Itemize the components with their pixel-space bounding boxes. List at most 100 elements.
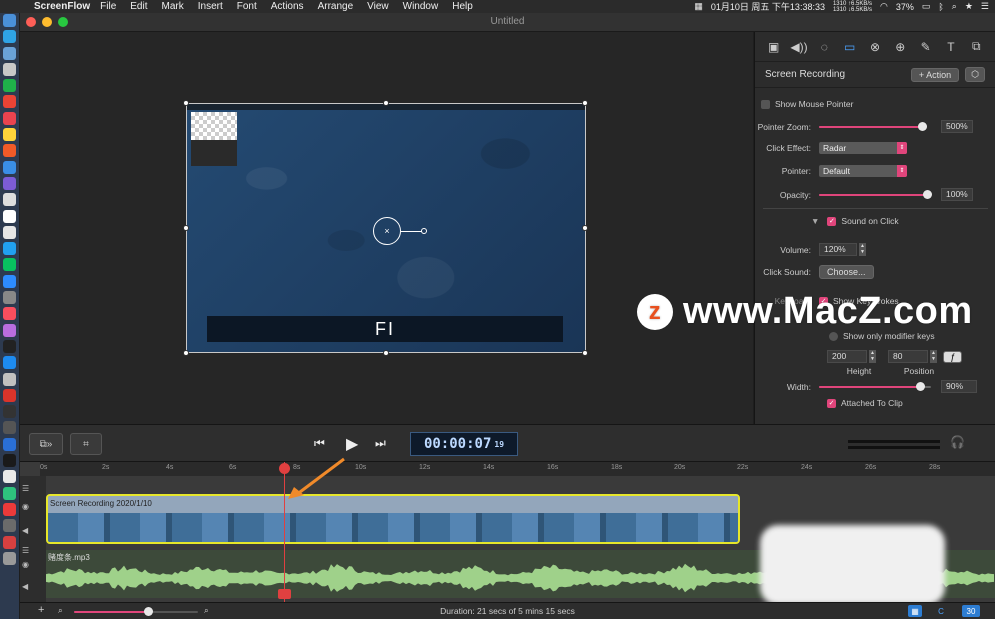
recording-preview[interactable]: × FI — [186, 103, 586, 353]
kb-height-value[interactable]: 200 — [827, 350, 867, 363]
touch-icon[interactable]: ⊕ — [892, 39, 908, 55]
pointer-select[interactable]: Default ⇕ — [819, 165, 907, 177]
dock-app-icon[interactable] — [3, 437, 16, 451]
dock-app-icon[interactable] — [3, 62, 16, 76]
star-icon[interactable]: ★ — [965, 1, 973, 12]
dock-app-icon[interactable] — [3, 405, 16, 419]
media-library-icon[interactable]: ⧉ — [968, 39, 984, 55]
track-menu-icon[interactable]: ☰ — [22, 484, 29, 493]
resize-handle-bl[interactable] — [183, 350, 189, 356]
add-action-button[interactable]: + Action — [910, 67, 960, 82]
annotation-icon[interactable]: ✎ — [918, 39, 934, 55]
track-menu-icon[interactable]: ☰ — [22, 546, 29, 555]
eye-icon[interactable]: ◉ — [22, 502, 29, 511]
editing-canvas[interactable]: × FI — [20, 32, 753, 424]
control-center-icon[interactable]: ☰ — [981, 1, 989, 12]
dock-app-icon[interactable] — [3, 307, 16, 321]
volume-value[interactable]: 120% — [819, 243, 857, 256]
dock-app-icon[interactable] — [3, 356, 16, 370]
video-props-icon[interactable]: ▣ — [766, 39, 782, 55]
bluetooth-icon[interactable]: ᛒ — [938, 2, 943, 12]
dock-app-icon[interactable] — [3, 421, 16, 435]
cube-icon[interactable]: ⬡ — [965, 67, 985, 82]
dock-app-icon[interactable] — [3, 79, 16, 93]
search-icon[interactable]: ⌕ — [952, 1, 957, 12]
menu-actions[interactable]: Actions — [271, 1, 304, 12]
choose-sound-button[interactable]: Choose... — [819, 265, 874, 279]
dock-app-icon[interactable] — [3, 323, 16, 337]
disclosure-triangle-icon[interactable]: ▼ — [811, 216, 819, 226]
resize-handle-t[interactable] — [383, 100, 389, 106]
dock-app-icon[interactable] — [3, 14, 16, 27]
volume-stepper[interactable]: ▲ ▼ — [859, 243, 866, 256]
resize-handle-br[interactable] — [582, 350, 588, 356]
audio-props-icon[interactable]: ◀)) — [790, 39, 807, 55]
dock-app-icon[interactable] — [3, 551, 16, 565]
resize-handle-l[interactable] — [183, 225, 189, 231]
width-value[interactable]: 90% — [941, 380, 977, 393]
dock-app-icon[interactable] — [3, 388, 16, 402]
dock-app-icon[interactable] — [3, 160, 16, 174]
loop-icon[interactable]: C — [934, 605, 948, 617]
menu-font[interactable]: Font — [237, 1, 257, 12]
opacity-slider[interactable] — [819, 189, 932, 199]
dock-app-icon[interactable] — [3, 128, 16, 142]
slider-knob[interactable] — [917, 121, 927, 131]
sound-on-click-checkbox[interactable]: ✓ — [827, 216, 837, 226]
click-effect-select[interactable]: Radar ⇕ — [819, 142, 907, 154]
dock-app-icon[interactable] — [3, 274, 16, 288]
video-motion-icon[interactable]: ◌ — [816, 39, 832, 55]
menu-edit[interactable]: Edit — [130, 1, 147, 12]
dock-app-icon[interactable] — [3, 176, 16, 190]
resize-handle-tr[interactable] — [582, 100, 588, 106]
pointer-radar-icon[interactable]: × — [373, 217, 401, 245]
dock-app-icon[interactable] — [3, 225, 16, 239]
battery-icon[interactable]: ▭ — [922, 1, 931, 12]
dock-app-icon[interactable] — [3, 193, 16, 207]
dock-app-icon[interactable] — [3, 209, 16, 223]
wifi-icon[interactable]: ◠ — [880, 1, 888, 12]
width-slider[interactable] — [819, 381, 931, 391]
attached-to-clip-checkbox[interactable]: ✓ — [827, 398, 836, 408]
app-menu[interactable]: ScreenFlow — [34, 1, 90, 12]
kb-position-value[interactable]: 80 — [888, 350, 928, 363]
menu-help[interactable]: Help — [452, 1, 473, 12]
menu-insert[interactable]: Insert — [198, 1, 223, 12]
dock-app-icon[interactable] — [3, 339, 16, 353]
time-ruler[interactable]: 0s 2s 4s 6s 8s 10s 12s 14s 16s 18s 20s 2… — [40, 462, 995, 476]
dock-app-icon[interactable] — [3, 372, 16, 386]
dock-app-icon[interactable] — [3, 486, 16, 500]
dock-app-icon[interactable] — [3, 144, 16, 158]
dock-app-icon[interactable] — [3, 454, 16, 468]
font-button[interactable]: ƒ — [943, 350, 963, 363]
pointer-zoom-slider[interactable] — [819, 121, 927, 131]
calendar-icon[interactable]: ▦ — [694, 1, 703, 12]
screen-recording-icon[interactable]: ▭ — [842, 39, 858, 55]
speaker-icon[interactable]: ◀ — [22, 526, 28, 535]
frame-rate-badge[interactable]: 30 — [962, 605, 980, 617]
dock-app-icon[interactable] — [3, 258, 16, 272]
slider-knob[interactable] — [923, 189, 932, 199]
dock-app-icon[interactable] — [3, 111, 16, 125]
dock-app-icon[interactable] — [3, 291, 16, 305]
dock-app-icon[interactable] — [3, 502, 16, 516]
pointer-zoom-value[interactable]: 500% — [941, 120, 973, 133]
callout-icon[interactable]: ⊗ — [867, 39, 883, 55]
opacity-value[interactable]: 100% — [941, 188, 973, 201]
play-icon[interactable]: ▶ — [346, 434, 358, 454]
resize-handle-tl[interactable] — [183, 100, 189, 106]
dock-app-icon[interactable] — [3, 519, 16, 533]
slider-knob[interactable] — [915, 381, 925, 391]
dock-app-icon[interactable] — [3, 46, 16, 60]
speaker-icon[interactable]: ◀ — [22, 582, 28, 591]
resize-handle-b[interactable] — [383, 350, 389, 356]
fast-forward-icon[interactable]: ⏭ — [375, 436, 386, 451]
menu-window[interactable]: Window — [403, 1, 439, 12]
eye-icon[interactable]: ◉ — [22, 560, 29, 569]
media-toggle-button[interactable]: ⧉» — [29, 433, 63, 455]
resize-handle-r[interactable] — [582, 225, 588, 231]
dock-app-icon[interactable] — [3, 242, 16, 256]
snapping-icon[interactable]: ▦ — [908, 605, 922, 617]
rewind-icon[interactable]: ⏮ — [314, 436, 325, 451]
text-icon[interactable]: T — [943, 39, 959, 55]
